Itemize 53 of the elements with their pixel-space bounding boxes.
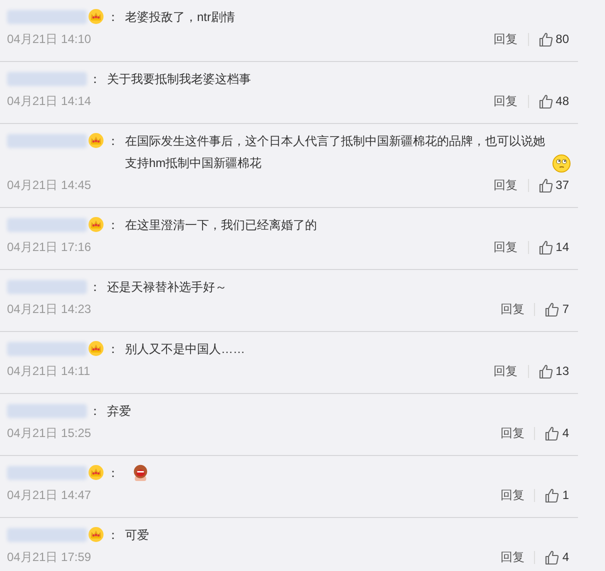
- comment-text: 还是天禄替补选手好～: [107, 279, 227, 296]
- thumbs-up-icon[interactable]: [538, 94, 553, 108]
- reply-link[interactable]: 回复: [500, 548, 524, 566]
- reply-link[interactable]: 回复: [494, 176, 518, 194]
- like-count: 48: [556, 93, 569, 110]
- separator: ：: [107, 133, 119, 150]
- reply-link[interactable]: 回复: [494, 30, 518, 48]
- separator: ：: [107, 217, 119, 234]
- thumbs-up-icon[interactable]: [538, 178, 553, 192]
- comment-time: 04月21日 14:23: [7, 301, 92, 318]
- comment-text: 可爱: [125, 527, 149, 544]
- thumbs-up-icon[interactable]: [545, 488, 560, 502]
- like-count: 1: [562, 487, 569, 504]
- comment-text: 弃爱: [107, 403, 131, 420]
- thumbs-up-icon[interactable]: [545, 302, 560, 316]
- separator: ：: [107, 527, 119, 544]
- comment-time: 04月21日 14:11: [7, 363, 90, 380]
- comment-text: 在这里澄清一下，我们已经离婚了的: [125, 217, 317, 234]
- thumbs-up-icon[interactable]: [538, 32, 553, 46]
- thumbs-up-icon[interactable]: [538, 240, 553, 254]
- thumbs-up-icon[interactable]: [538, 364, 553, 378]
- thumbs-up-icon[interactable]: [545, 426, 560, 440]
- like-count: 4: [562, 425, 569, 442]
- like-count: 7: [562, 301, 569, 318]
- like-count: 37: [556, 177, 569, 194]
- reply-link[interactable]: 回复: [494, 362, 518, 380]
- separator: ：: [107, 341, 119, 358]
- like-count: 14: [556, 239, 569, 256]
- reply-link[interactable]: 回复: [500, 424, 524, 442]
- comment-text: 老婆投敌了，ntr剧情: [125, 9, 236, 26]
- comment-time: 04月21日 17:59: [7, 549, 92, 566]
- separator: ：: [107, 9, 119, 26]
- comment-time: 04月21日 14:47: [7, 487, 92, 504]
- comment-time: 04月21日 17:16: [7, 239, 92, 256]
- comment-text: 关于我要抵制我老婆这档事: [107, 71, 251, 88]
- comment-time: 04月21日 14:14: [7, 93, 92, 110]
- separator: ：: [89, 279, 101, 296]
- like-count: 80: [556, 31, 569, 48]
- separator: ：: [89, 71, 101, 88]
- comment-text: 在国际发生这件事后，这个日本人代言了抵制中国新疆棉花的品牌，也可以说她支持hm抵制中国新疆棉花: [125, 133, 546, 172]
- thumbs-up-icon[interactable]: [545, 550, 560, 564]
- reply-link[interactable]: 回复: [500, 486, 524, 504]
- separator: ：: [89, 403, 101, 420]
- comment-time: 04月21日 14:10: [7, 31, 92, 48]
- reply-link[interactable]: 回复: [500, 300, 524, 318]
- reply-link[interactable]: 回复: [494, 238, 518, 256]
- reply-link[interactable]: 回复: [494, 92, 518, 110]
- like-count: 4: [562, 549, 569, 566]
- comment-time: 04月21日 15:25: [7, 425, 92, 442]
- like-count: 13: [556, 363, 569, 380]
- comment-text: 别人又不是中国人……: [125, 341, 245, 358]
- separator: ：: [107, 465, 119, 482]
- comment-time: 04月21日 14:45: [7, 177, 92, 194]
